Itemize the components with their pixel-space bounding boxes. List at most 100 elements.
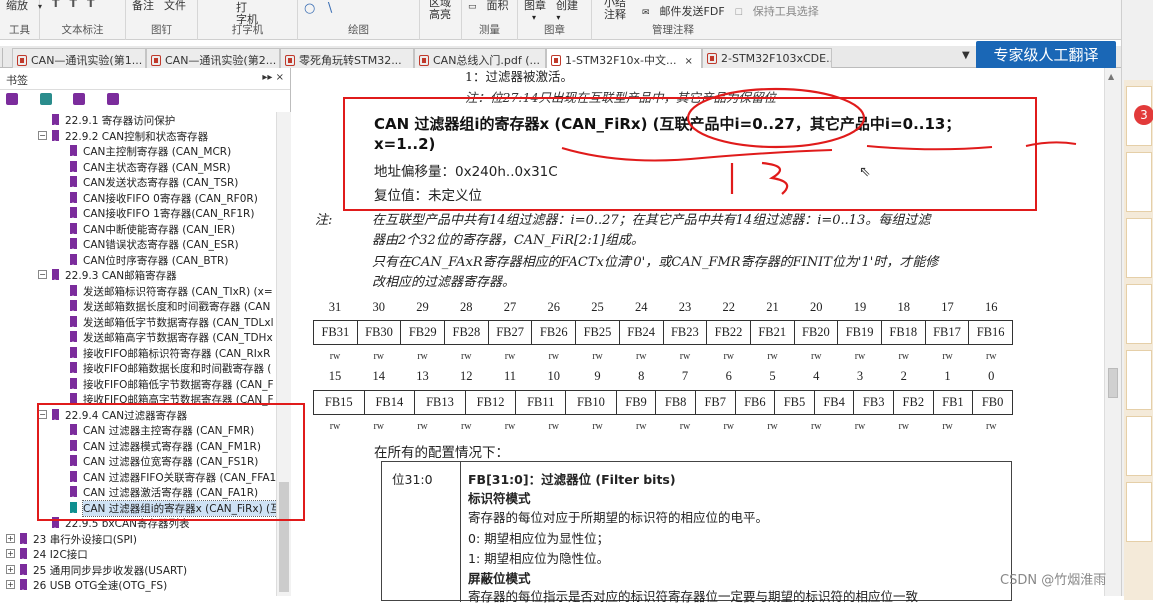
bookmark-item[interactable]: 22.9.1 寄存器访问保护 [0, 112, 276, 128]
bookmark-item[interactable]: 接收FIFO邮箱数据长度和时间戳寄存器 ( [0, 360, 276, 376]
text-markup-t3-button[interactable]: T [87, 0, 95, 10]
ribbon-group-drawing[interactable]: ○ ∖ 绘图 [298, 0, 420, 40]
ribbon-group-measure[interactable]: ▭ 面积 测量 [462, 0, 518, 40]
bit-field-cell: FB23 [662, 320, 708, 345]
tab-stm32-guide[interactable]: 零死角玩转STM32... [280, 48, 414, 68]
create-button[interactable]: 创建 [556, 0, 578, 12]
bit-number: 6 [725, 369, 732, 383]
bookmark-item[interactable]: 接收FIFO邮箱标识符寄存器 (CAN_RIxR [0, 345, 276, 361]
stamp-dropdown-icon[interactable]: ▾ ▾ [532, 13, 560, 22]
thumbnail[interactable] [1126, 284, 1152, 344]
bookmark-item[interactable]: CAN接收FIFO 1寄存器(CAN_RF1R) [0, 205, 276, 221]
bookmark-label: 接收FIFO邮箱低字节数据寄存器 (CAN_F [83, 378, 274, 391]
bit-field-cell: FB11 [515, 390, 567, 415]
sidebar-scrollbar[interactable] [276, 112, 291, 596]
bookmark-item[interactable]: 发送邮箱数据长度和时间戳寄存器 (CAN [0, 298, 276, 314]
tab-stm32f103-datasheet[interactable]: 2-STM32F103xCDE... [702, 48, 832, 68]
ribbon-group-stamp[interactable]: 图章 创建 ▾ ▾ 图章 [518, 0, 592, 40]
note-line-3: 只有在CAN_FAxR寄存器相应的FACTx位清'0'，或CAN_FMR寄存器的… [372, 255, 939, 270]
bookmark-item[interactable]: +25 通用同步异步收发器(USART) [0, 562, 276, 578]
summary-button-line2[interactable]: 注释 [604, 8, 626, 21]
area-highlight-line2[interactable]: 高亮 [429, 8, 451, 21]
bookmark-item[interactable]: 发送邮箱低字节数据寄存器 (CAN_TDLxl [0, 314, 276, 330]
bookmark-item[interactable]: +23 串行外设接口(SPI) [0, 531, 276, 547]
thumbnail[interactable] [1126, 218, 1152, 278]
collapse-icon[interactable]: − [38, 130, 47, 140]
ribbon-group-pin[interactable]: 备注 文件 图钉 [126, 0, 198, 40]
bit-access: rw [504, 421, 516, 432]
bookmark-options-icon[interactable] [106, 93, 119, 105]
text-markup-t1-button[interactable]: T [52, 0, 60, 10]
tab-can-comm-2[interactable]: CAN—通讯实验(第2... [146, 48, 280, 68]
notification-badge[interactable]: 3 [1134, 105, 1153, 125]
bookmark-item[interactable]: 发送邮箱标识符寄存器 (CAN_TIxR) (x= [0, 283, 276, 299]
expand-icon[interactable]: + [6, 564, 15, 574]
ribbon-group-label: 管理注释 [652, 24, 694, 36]
text-markup-t2-button[interactable]: T [70, 0, 78, 10]
thumbnail[interactable] [1126, 482, 1152, 542]
expert-translation-button[interactable]: 专家级人工翻译 [976, 41, 1116, 69]
line-tool-icon[interactable]: ∖ [325, 1, 333, 16]
ribbon-group-text-markup[interactable]: TTT 文本标注 [40, 0, 126, 40]
bookmark-item[interactable]: CAN接收FIFO 0寄存器 (CAN_RF0R) [0, 190, 276, 206]
bookmark-item[interactable]: +26 USB OTG全速(OTG_FS) [0, 577, 276, 593]
ellipse-tool-icon[interactable]: ○ [304, 1, 315, 16]
document-tab-bar: CAN—通讯实验(第1... CAN—通讯实验(第2... 零死角玩转STM32… [0, 46, 1121, 69]
expand-icon[interactable]: + [6, 549, 15, 558]
bookmark-expand-icon[interactable] [6, 93, 18, 105]
bookmark-item[interactable]: 接收FIFO邮箱低字节数据寄存器 (CAN_F [0, 376, 276, 392]
bookmark-tree[interactable]: 22.9.1 寄存器访问保护 − 22.9.2 CAN控制和状态寄存器 CAN主控制寄… [0, 112, 276, 596]
keep-tool-checkbox[interactable]: 保持工具选择 [753, 5, 819, 18]
note-button[interactable]: 备注 [132, 0, 154, 12]
zoom-tool-button[interactable]: 缩放 [6, 0, 28, 12]
bookmark-item[interactable]: − 22.9.2 CAN控制和状态寄存器 [0, 128, 276, 144]
area-measure-button[interactable]: 面积 [487, 0, 509, 12]
bit-field-cell: FB29 [400, 320, 446, 345]
bookmark-item[interactable]: CAN中断使能寄存器 (CAN_IER) [0, 221, 276, 237]
bookmark-item[interactable]: CAN主控制寄存器 (CAN_MCR) [0, 143, 276, 159]
thumbnail[interactable] [1126, 416, 1152, 476]
scrollbar-thumb[interactable] [1108, 368, 1118, 398]
tab-label: 零死角玩转STM32... [299, 54, 402, 67]
bookmark-collapse-icon[interactable] [39, 93, 52, 105]
bit-access: rw [592, 351, 603, 362]
bookmark-item[interactable]: CAN发送状态寄存器 (CAN_TSR) [0, 174, 276, 190]
bookmark-item[interactable]: − 22.9.3 CAN邮箱寄存器 [0, 267, 276, 283]
send-fdf-button[interactable]: 邮件发送FDF [660, 5, 725, 18]
ribbon-group-typewriter[interactable]: 打字机 打字机 [198, 0, 298, 40]
bookmark-icon [70, 238, 77, 251]
collapse-icon[interactable]: − [38, 270, 47, 279]
tab-list-dropdown-icon[interactable]: ▼ [962, 50, 970, 61]
tab-can-bus-intro[interactable]: CAN总线入门.pdf (... [414, 48, 546, 68]
bit-field-cell: FB20 [793, 320, 839, 345]
bit-number: 17 [941, 300, 954, 314]
bookmark-add-icon[interactable] [73, 93, 85, 105]
thumbnail[interactable] [1126, 350, 1152, 410]
ribbon-group-area-highlight[interactable]: 区域 高亮 [420, 0, 462, 40]
tab-can-comm-1[interactable]: CAN—通讯实验(第1... [12, 48, 146, 68]
bit-access: rw [767, 421, 778, 432]
bookmark-item[interactable]: CAN主状态寄存器 (CAN_MSR) [0, 159, 276, 175]
stamp-button[interactable]: 图章 [524, 0, 546, 12]
bookmark-item[interactable]: CAN错误状态寄存器 (CAN_ESR) [0, 236, 276, 252]
close-tab-icon[interactable]: × [684, 56, 692, 67]
bookmark-item[interactable]: CAN位时序寄存器 (CAN_BTR) [0, 252, 276, 268]
expand-icon[interactable]: + [6, 580, 15, 589]
id-mode-desc: 寄存器的每位对应于所期望的标识符的相应位的电平。 [468, 510, 769, 525]
bookmark-item[interactable]: 发送邮箱高字节数据寄存器 (CAN_TDHx [0, 329, 276, 345]
document-scrollbar[interactable]: ▲ [1104, 68, 1121, 596]
file-button[interactable]: 文件 [164, 0, 186, 12]
bit-access: rw [635, 351, 647, 362]
sidebar-controls[interactable]: ▸▸ × [262, 72, 284, 83]
ribbon-group-manage-comments[interactable]: 小结 注释 ✉ 邮件发送FDF ☐ 保持工具选择 管理注释 [592, 0, 819, 40]
ribbon-group-tools[interactable]: 缩放 ▾ 工具 [0, 0, 42, 40]
bit-field-cell: FB10 [565, 390, 617, 415]
bit-access: rw [460, 351, 472, 362]
bit-field-cell: FB31 [313, 320, 358, 345]
thumbnail-strip[interactable] [1124, 80, 1153, 600]
thumbnail[interactable] [1126, 152, 1152, 212]
bookmark-item[interactable]: +24 I2C接口 [0, 546, 276, 562]
bit-field-cell: FB2 [893, 390, 934, 415]
scroll-up-icon[interactable]: ▲ [1108, 72, 1114, 81]
expand-icon[interactable]: + [6, 533, 15, 543]
